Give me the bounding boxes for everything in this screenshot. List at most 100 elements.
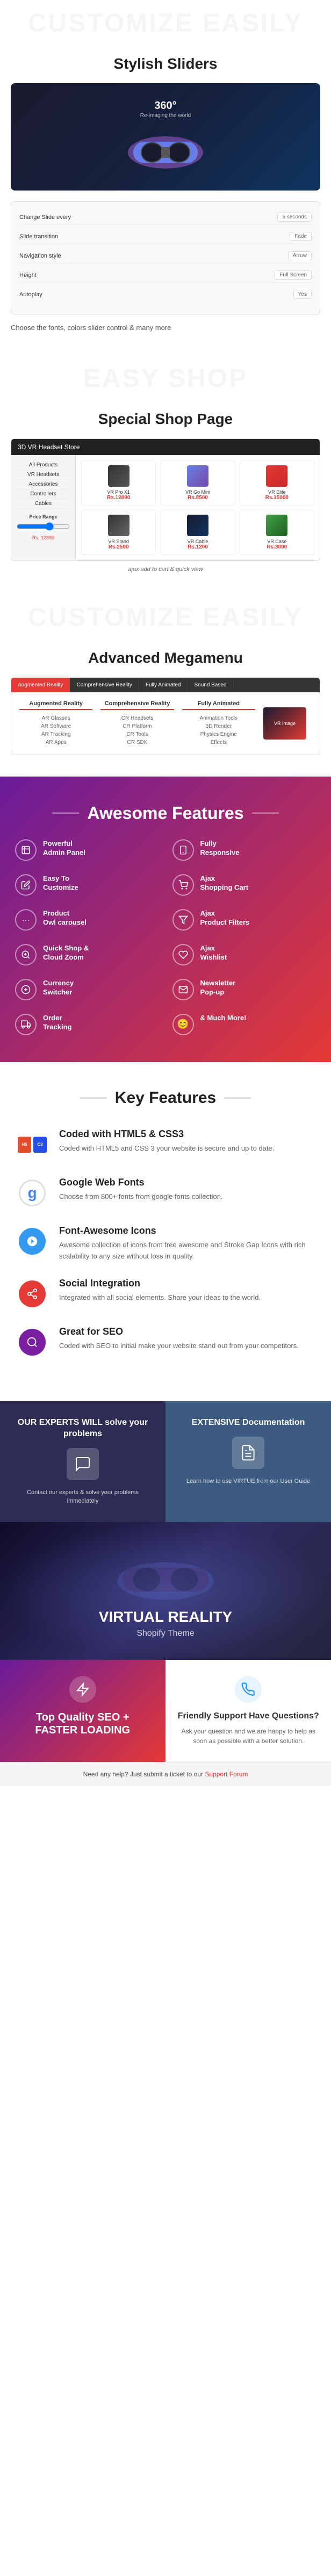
social-share-icon [19,1280,46,1307]
vr-banner: VIRTUAL REALITY Shopify Theme [0,1522,331,1660]
slider-inner: 360° Re-imaging the world [11,83,320,191]
html5-css3-icon: H5 C3 [18,1137,47,1153]
seo-feature-icon [69,1676,96,1703]
feature-item-9: Currency Switcher [15,979,159,1000]
megamenu-col-1: Augmented Reality AR Glasses AR Software… [19,700,92,747]
feature-icon-cart [172,874,194,896]
megamenu-preview: Augmented Reality Comprehensive Reality … [11,677,320,755]
bottom-features-panels: Top Quality SEO +FASTER LOADING Friendly… [0,1660,331,1762]
shop-header: 3D VR Headset Store [11,439,320,455]
key-feature-fontawesome: Font-Awesome Icons Awesome collection of… [11,1225,320,1262]
megamenu-dropdown: Augmented Reality AR Glasses AR Software… [11,692,320,755]
awesome-features-title: Awesome Features [87,803,243,823]
feature-icon-newsletter [172,979,194,1000]
product-card-1: VR Pro X1 Rs.12890 [81,460,156,506]
bg-text-megamenu: Customize Easily [0,594,331,633]
sidebar-item-4: Controllers [17,489,70,499]
nav-item-2[interactable]: Comprehensive Reality [70,678,139,692]
support-feature-desc: Ask your question and we are happy to he… [174,1726,323,1746]
nav-item-4[interactable]: Sound Based [188,678,233,692]
product-grid: VR Pro X1 Rs.12890 VR Go Mini Rs.8500 VR… [81,460,314,555]
feature-item-4: Ajax Shopping Cart [172,874,316,896]
support-feature-panel: Friendly Support Have Questions? Ask you… [166,1660,331,1762]
features-grid: Powerful Admin Panel Fully Responsive [15,839,316,1035]
docs-panel-title: EXTENSIVE Documentation [176,1417,320,1429]
docs-panel-icon [232,1437,264,1469]
fontawesome-icon [19,1228,46,1255]
support-panel: OUR EXPERTS WILL solve your problems Con… [0,1401,166,1522]
key-features-title: Key Features [115,1089,216,1107]
support-docs-panels: OUR EXPERTS WILL solve your problems Con… [0,1401,331,1522]
vr-banner-section: VIRTUAL REALITY Shopify Theme [0,1522,331,1660]
stylish-sliders-section: Customize Easily Stylish Sliders 360° Re… [0,0,331,355]
feature-icon-zoom [15,944,37,965]
feature-item-3: Easy To Customize [15,874,159,896]
slider-controls: Change Slide every 5 seconds Slide trans… [11,201,320,314]
support-forum-link[interactable]: Support Forum [205,1770,248,1778]
megamenu-image-col: VR Image [263,700,312,747]
feature-item-10: Newsletter Pop-up [172,979,316,1000]
seo-feature-title: Top Quality SEO +FASTER LOADING [8,1711,157,1737]
feature-icon-tracking [15,1014,37,1035]
product-card-2: VR Go Mini Rs.8500 [160,460,235,506]
sliders-title: Stylish Sliders [11,55,320,72]
vr-headset-svg [123,123,208,171]
key-features-divider: Key Features [11,1089,320,1107]
seo-feature-panel: Top Quality SEO +FASTER LOADING [0,1660,166,1762]
product-card-5: VR Cable Rs.1200 [160,510,235,555]
shop-preview: 3D VR Headset Store All Products VR Head… [11,438,320,561]
feature-item-2: Fully Responsive [172,839,316,861]
feature-icon-carousel: ··· [15,909,37,931]
vr-badge: 360° Re-imaging the world [123,100,208,119]
vr-banner-title: VIRTUAL REALITY [99,1608,232,1626]
fontawesome-icon-wrapper [16,1225,48,1257]
divider-line-right [252,813,279,814]
feature-item-1: Powerful Admin Panel [15,839,159,861]
ajax-label: ajax add to cart & quick view [11,566,320,573]
feature-icon-admin [15,839,37,861]
feature-icon-filters [172,909,194,931]
product-img-6 [266,515,287,536]
control-row-4: Height Full Screen [19,268,312,283]
nav-item-1[interactable]: Augmented Reality [11,678,70,692]
feature-item-7: Quick Shop & Cloud Zoom [15,944,159,965]
megamenu-title: Advanced Megamenu [11,649,320,667]
key-divider-line-right [224,1097,251,1099]
key-feature-social: Social Integration Integrated with all s… [11,1278,320,1310]
key-features-header: Key Features [11,1089,320,1107]
key-divider-line-left [80,1097,107,1099]
megamenu-col-3: Fully Animated Animation Tools 3D Render… [182,700,255,747]
footer-content: Need any help? Just submit a ticket to o… [0,1762,331,1786]
megamenu-img: VR Image [263,707,306,740]
sidebar-item-1: All Products [17,460,70,470]
feature-item-8: Ajax Wishlist [172,944,316,965]
footer-text: Need any help? Just submit a ticket to o… [83,1770,248,1778]
price-range-slider[interactable] [17,522,70,531]
slider-description: Choose the fonts, colors slider control … [11,323,320,334]
slider-preview: 360° Re-imaging the world [11,83,320,191]
feature-icon-wishlist [172,944,194,965]
shop-main: VR Pro X1 Rs.12890 VR Go Mini Rs.8500 VR… [76,455,320,560]
key-feature-google: g Google Web Fonts Choose from 800+ font… [11,1177,320,1209]
sidebar-item-5: Cables [17,499,70,509]
key-feature-seo: Great for SEO Coded with SEO to initial … [11,1326,320,1358]
product-card-3: VR Elite Rs.15000 [240,460,314,506]
key-feature-html5: H5 C3 Coded with HTML5 & CSS3 Coded with… [11,1129,320,1161]
product-card-6: VR Case Rs.3000 [240,510,314,555]
control-row-3: Navigation style Arrow [19,248,312,264]
awesome-features-section: Awesome Features Powerful Admin Panel [0,777,331,1062]
control-row-1: Change Slide every 5 seconds [19,210,312,225]
google-icon: g [19,1180,46,1206]
sidebar-item-3: Accessories [17,480,70,489]
product-img-5 [187,515,208,536]
feature-item-5: ··· Product Owl carousel [15,909,159,931]
nav-item-3[interactable]: Fully Animated [139,678,188,692]
product-img-3 [266,465,287,487]
key-features-section: Key Features H5 C3 Coded with HTML5 & CS… [0,1062,331,1402]
support-panel-title: OUR EXPERTS WILL solve your problems [11,1417,155,1440]
friendly-support-icon [235,1676,262,1703]
shop-sidebar: All Products VR Headsets Accessories Con… [11,455,76,560]
product-img-2 [187,465,208,487]
support-feature-title: Friendly Support Have Questions? [174,1711,323,1721]
feature-item-12: 😊 & Much More! [172,1014,316,1035]
